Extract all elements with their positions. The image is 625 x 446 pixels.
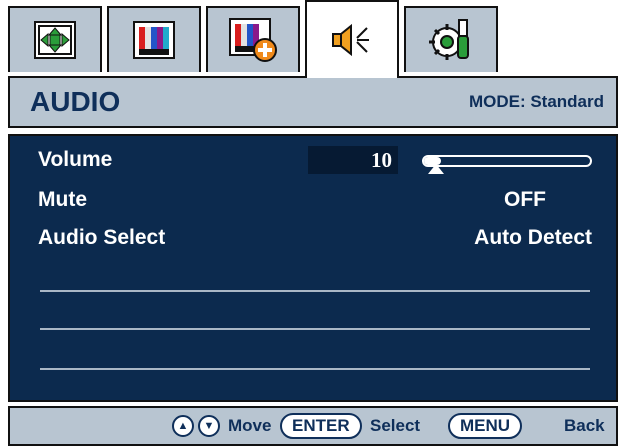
menu-button[interactable]: MENU [448,408,523,444]
up-button[interactable]: ▲ [172,408,194,444]
move-label: Move [228,416,272,435]
osd-menu: AUDIO MODE: Standard Volume 10 Mute OFF … [0,0,625,446]
page-title: AUDIO [30,86,121,117]
mode-indicator: MODE: Standard [468,92,604,111]
down-button[interactable]: ▼ [198,408,220,444]
tab-audio[interactable] [305,0,399,78]
picture-position-icon [34,21,76,59]
menu-item-label: Mute [38,188,87,211]
back-label: Back [564,416,605,435]
volume-value: 10 [308,146,398,174]
tab-picture-advanced[interactable] [206,6,300,72]
divider [40,328,590,330]
menu-item-label: Volume [38,148,113,171]
up-arrow-icon: ▲ [172,415,194,437]
select-label: Select [370,416,421,435]
volume-slider[interactable] [422,155,592,167]
system-settings-icon [429,19,469,60]
menu-item-audio-select[interactable]: Audio Select Auto Detect [10,220,616,256]
tab-picture-position[interactable] [8,6,102,72]
tab-system[interactable] [404,6,498,72]
audio-speaker-icon [332,23,369,57]
menu-header: AUDIO MODE: Standard [8,76,618,128]
tab-bar [8,0,618,78]
mute-value: OFF [504,188,546,211]
volume-slider-thumb[interactable] [428,164,444,174]
menu-item-volume[interactable]: Volume 10 [10,142,616,178]
button-guide: ▲ ▼ Move ENTER Select MENU Back [8,406,618,446]
menu-item-label: Audio Select [38,226,166,249]
audio-select-value: Auto Detect [474,226,592,249]
menu-panel: Volume 10 Mute OFF Audio Select Auto Det… [8,134,618,402]
tab-picture[interactable] [107,6,201,72]
menu-key: MENU [448,413,523,439]
down-arrow-icon: ▼ [198,415,220,437]
divider [40,368,590,370]
menu-item-mute[interactable]: Mute OFF [10,182,616,218]
enter-button[interactable]: ENTER [280,408,362,444]
divider [40,290,590,292]
picture-icon [133,21,175,59]
picture-advanced-icon [229,18,277,62]
enter-key: ENTER [280,413,362,439]
